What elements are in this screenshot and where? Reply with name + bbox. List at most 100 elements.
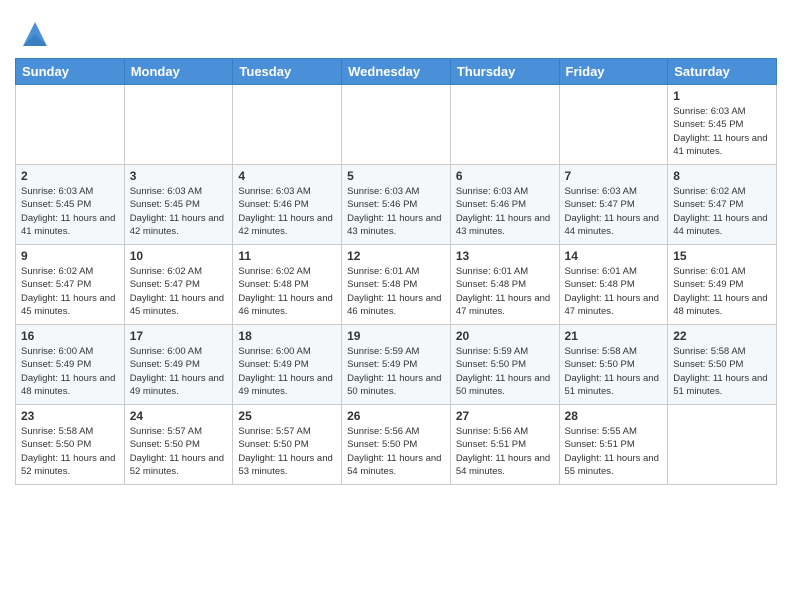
calendar-header: SundayMondayTuesdayWednesdayThursdayFrid…	[16, 59, 777, 85]
day-number: 17	[130, 329, 228, 343]
day-detail: Sunrise: 6:00 AM Sunset: 5:49 PM Dayligh…	[21, 345, 119, 398]
weekday-header-wednesday: Wednesday	[342, 59, 451, 85]
day-number: 11	[238, 249, 336, 263]
calendar-cell: 24 Sunrise: 5:57 AM Sunset: 5:50 PM Dayli…	[124, 405, 233, 485]
day-number: 12	[347, 249, 445, 263]
day-number: 9	[21, 249, 119, 263]
weekday-header-monday: Monday	[124, 59, 233, 85]
day-detail: Sunrise: 6:02 AM Sunset: 5:47 PM Dayligh…	[130, 265, 228, 318]
calendar-week-3: 9 Sunrise: 6:02 AM Sunset: 5:47 PM Daylig…	[16, 245, 777, 325]
day-number: 20	[456, 329, 554, 343]
calendar-cell	[233, 85, 342, 165]
day-detail: Sunrise: 5:58 AM Sunset: 5:50 PM Dayligh…	[21, 425, 119, 478]
day-detail: Sunrise: 5:56 AM Sunset: 5:51 PM Dayligh…	[456, 425, 554, 478]
weekday-header-tuesday: Tuesday	[233, 59, 342, 85]
day-detail: Sunrise: 6:03 AM Sunset: 5:46 PM Dayligh…	[238, 185, 336, 238]
day-detail: Sunrise: 6:03 AM Sunset: 5:47 PM Dayligh…	[565, 185, 663, 238]
calendar-cell: 5Sunrise: 6:03 AM Sunset: 5:46 PM Daylig…	[342, 165, 451, 245]
calendar-cell: 2 Sunrise: 6:03 AM Sunset: 5:45 PM Daylig…	[16, 165, 125, 245]
day-detail: Sunrise: 5:57 AM Sunset: 5:50 PM Dayligh…	[238, 425, 336, 478]
calendar-cell: 15 Sunrise: 6:01 AM Sunset: 5:49 PM Dayli…	[668, 245, 777, 325]
day-number: 24	[130, 409, 228, 423]
day-number: 28	[565, 409, 663, 423]
calendar-cell	[668, 405, 777, 485]
calendar-cell: 7 Sunrise: 6:03 AM Sunset: 5:47 PM Daylig…	[559, 165, 668, 245]
day-detail: Sunrise: 6:03 AM Sunset: 5:45 PM Dayligh…	[21, 185, 119, 238]
day-number: 15	[673, 249, 771, 263]
day-detail: Sunrise: 5:59 AM Sunset: 5:49 PM Dayligh…	[347, 345, 445, 398]
page: SundayMondayTuesdayWednesdayThursdayFrid…	[0, 0, 792, 500]
weekday-header-saturday: Saturday	[668, 59, 777, 85]
day-detail: Sunrise: 5:58 AM Sunset: 5:50 PM Dayligh…	[565, 345, 663, 398]
day-detail: Sunrise: 6:01 AM Sunset: 5:48 PM Dayligh…	[456, 265, 554, 318]
day-detail: Sunrise: 6:02 AM Sunset: 5:47 PM Dayligh…	[21, 265, 119, 318]
calendar-cell: 19 Sunrise: 5:59 AM Sunset: 5:49 PM Dayli…	[342, 325, 451, 405]
day-number: 4	[238, 169, 336, 183]
header	[15, 10, 777, 50]
day-number: 18	[238, 329, 336, 343]
calendar-cell	[559, 85, 668, 165]
calendar-cell: 11 Sunrise: 6:02 AM Sunset: 5:48 PM Dayli…	[233, 245, 342, 325]
day-number: 7	[565, 169, 663, 183]
calendar-cell: 13 Sunrise: 6:01 AM Sunset: 5:48 PM Dayli…	[450, 245, 559, 325]
logo	[15, 18, 51, 50]
day-number: 19	[347, 329, 445, 343]
logo-icon	[19, 18, 51, 50]
calendar-cell: 20 Sunrise: 5:59 AM Sunset: 5:50 PM Dayli…	[450, 325, 559, 405]
calendar-week-4: 16 Sunrise: 6:00 AM Sunset: 5:49 PM Dayli…	[16, 325, 777, 405]
calendar-cell	[450, 85, 559, 165]
calendar-cell: 1Sunrise: 6:03 AM Sunset: 5:45 PM Daylig…	[668, 85, 777, 165]
calendar-cell: 28 Sunrise: 5:55 AM Sunset: 5:51 PM Dayli…	[559, 405, 668, 485]
calendar-cell: 8Sunrise: 6:02 AM Sunset: 5:47 PM Daylig…	[668, 165, 777, 245]
day-number: 13	[456, 249, 554, 263]
day-number: 3	[130, 169, 228, 183]
calendar-cell: 22Sunrise: 5:58 AM Sunset: 5:50 PM Dayli…	[668, 325, 777, 405]
calendar-cell: 27 Sunrise: 5:56 AM Sunset: 5:51 PM Dayli…	[450, 405, 559, 485]
day-number: 10	[130, 249, 228, 263]
day-detail: Sunrise: 6:00 AM Sunset: 5:49 PM Dayligh…	[130, 345, 228, 398]
weekday-row: SundayMondayTuesdayWednesdayThursdayFrid…	[16, 59, 777, 85]
calendar-week-1: 1Sunrise: 6:03 AM Sunset: 5:45 PM Daylig…	[16, 85, 777, 165]
calendar-cell: 4 Sunrise: 6:03 AM Sunset: 5:46 PM Daylig…	[233, 165, 342, 245]
day-detail: Sunrise: 6:03 AM Sunset: 5:46 PM Dayligh…	[456, 185, 554, 238]
calendar-cell: 12 Sunrise: 6:01 AM Sunset: 5:48 PM Dayli…	[342, 245, 451, 325]
calendar-week-2: 2 Sunrise: 6:03 AM Sunset: 5:45 PM Daylig…	[16, 165, 777, 245]
day-detail: Sunrise: 6:02 AM Sunset: 5:48 PM Dayligh…	[238, 265, 336, 318]
day-detail: Sunrise: 6:03 AM Sunset: 5:46 PM Dayligh…	[347, 185, 445, 238]
calendar-cell: 14 Sunrise: 6:01 AM Sunset: 5:48 PM Dayli…	[559, 245, 668, 325]
weekday-header-sunday: Sunday	[16, 59, 125, 85]
day-detail: Sunrise: 6:01 AM Sunset: 5:49 PM Dayligh…	[673, 265, 771, 318]
day-number: 6	[456, 169, 554, 183]
day-number: 14	[565, 249, 663, 263]
calendar-body: 1Sunrise: 6:03 AM Sunset: 5:45 PM Daylig…	[16, 85, 777, 485]
day-detail: Sunrise: 6:01 AM Sunset: 5:48 PM Dayligh…	[347, 265, 445, 318]
day-detail: Sunrise: 5:59 AM Sunset: 5:50 PM Dayligh…	[456, 345, 554, 398]
calendar-cell: 18 Sunrise: 6:00 AM Sunset: 5:49 PM Dayli…	[233, 325, 342, 405]
calendar-cell	[16, 85, 125, 165]
calendar-cell: 3Sunrise: 6:03 AM Sunset: 5:45 PM Daylig…	[124, 165, 233, 245]
day-detail: Sunrise: 6:00 AM Sunset: 5:49 PM Dayligh…	[238, 345, 336, 398]
calendar-cell: 26Sunrise: 5:56 AM Sunset: 5:50 PM Dayli…	[342, 405, 451, 485]
day-number: 16	[21, 329, 119, 343]
calendar-cell: 6 Sunrise: 6:03 AM Sunset: 5:46 PM Daylig…	[450, 165, 559, 245]
calendar-week-5: 23 Sunrise: 5:58 AM Sunset: 5:50 PM Dayli…	[16, 405, 777, 485]
day-number: 27	[456, 409, 554, 423]
calendar-cell: 9 Sunrise: 6:02 AM Sunset: 5:47 PM Daylig…	[16, 245, 125, 325]
day-number: 21	[565, 329, 663, 343]
day-number: 2	[21, 169, 119, 183]
day-detail: Sunrise: 5:55 AM Sunset: 5:51 PM Dayligh…	[565, 425, 663, 478]
calendar-cell: 17 Sunrise: 6:00 AM Sunset: 5:49 PM Dayli…	[124, 325, 233, 405]
day-detail: Sunrise: 5:56 AM Sunset: 5:50 PM Dayligh…	[347, 425, 445, 478]
calendar-table: SundayMondayTuesdayWednesdayThursdayFrid…	[15, 58, 777, 485]
weekday-header-thursday: Thursday	[450, 59, 559, 85]
weekday-header-friday: Friday	[559, 59, 668, 85]
day-detail: Sunrise: 5:57 AM Sunset: 5:50 PM Dayligh…	[130, 425, 228, 478]
day-detail: Sunrise: 6:01 AM Sunset: 5:48 PM Dayligh…	[565, 265, 663, 318]
calendar-cell: 23 Sunrise: 5:58 AM Sunset: 5:50 PM Dayli…	[16, 405, 125, 485]
calendar-cell: 16 Sunrise: 6:00 AM Sunset: 5:49 PM Dayli…	[16, 325, 125, 405]
day-number: 25	[238, 409, 336, 423]
calendar-cell: 21 Sunrise: 5:58 AM Sunset: 5:50 PM Dayli…	[559, 325, 668, 405]
day-number: 8	[673, 169, 771, 183]
day-number: 23	[21, 409, 119, 423]
calendar-cell: 25 Sunrise: 5:57 AM Sunset: 5:50 PM Dayli…	[233, 405, 342, 485]
